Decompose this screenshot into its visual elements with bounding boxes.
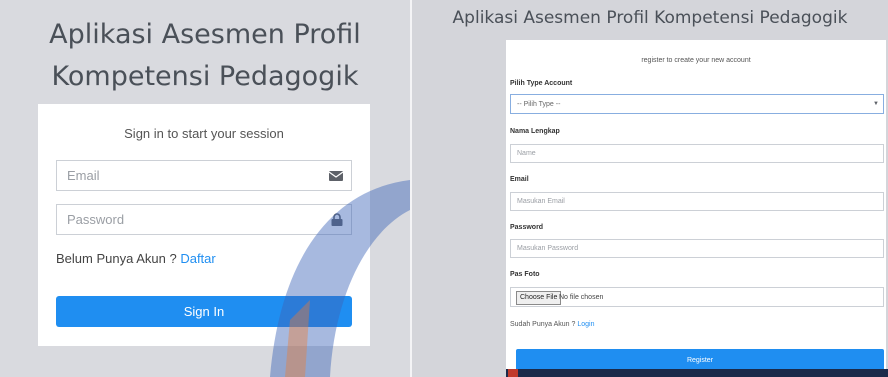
taskbar-app-icon xyxy=(508,369,518,377)
signin-title-line1: Aplikasi Asesmen Profil xyxy=(49,19,361,50)
register-password-field[interactable]: Masukan Password xyxy=(510,239,884,258)
no-file-text: No file chosen xyxy=(559,293,604,301)
signin-title-line2: Kompetensi Pedagogik xyxy=(51,61,359,92)
password-placeholder: Password xyxy=(67,212,125,227)
have-account-text: Sudah Punya Akun ? xyxy=(510,321,576,328)
password-field[interactable]: Password xyxy=(56,204,352,235)
login-link[interactable]: Login xyxy=(577,321,594,328)
name-placeholder: Name xyxy=(517,150,536,157)
no-account-text: Belum Punya Akun ? xyxy=(56,251,177,266)
register-subtitle: register to create your new account xyxy=(641,57,751,64)
type-selected: -- Pilih Type -- xyxy=(517,100,561,108)
envelope-icon xyxy=(329,161,343,190)
email-label: Email xyxy=(510,176,529,183)
choose-file-button[interactable]: Choose File xyxy=(516,291,562,305)
signin-button[interactable]: Sign In xyxy=(56,296,352,327)
register-password-placeholder: Masukan Password xyxy=(517,245,579,252)
signin-subtitle: Sign in to start your session xyxy=(124,126,284,141)
email-placeholder: Email xyxy=(67,168,100,183)
have-account-line: Sudah Punya Akun ? Login xyxy=(510,321,594,328)
signin-panel: Aplikasi Asesmen Profil Kompetensi Pedag… xyxy=(0,0,410,377)
no-account-line: Belum Punya Akun ? Daftar xyxy=(56,251,216,266)
caret-down-icon: ▼ xyxy=(873,101,879,107)
register-link[interactable]: Daftar xyxy=(180,251,215,266)
register-page-title: Aplikasi Asesmen Profil Kompetensi Pedag… xyxy=(452,8,848,28)
name-label: Nama Lengkap xyxy=(510,128,560,135)
register-email-placeholder: Masukan Email xyxy=(517,198,565,205)
register-email-field[interactable]: Masukan Email xyxy=(510,192,884,211)
account-type-select[interactable]: -- Pilih Type -- ▼ xyxy=(510,94,884,114)
signin-card: Sign in to start your session Email Pass… xyxy=(38,104,370,346)
taskbar-strip xyxy=(506,369,888,377)
register-card: register to create your new account Pili… xyxy=(506,40,886,377)
register-button[interactable]: Register xyxy=(516,349,884,371)
photo-label: Pas Foto xyxy=(510,271,540,278)
register-panel: Aplikasi Asesmen Profil Kompetensi Pedag… xyxy=(412,0,888,377)
email-field[interactable]: Email xyxy=(56,160,352,191)
photo-file-input[interactable]: Choose File No file chosen xyxy=(510,287,884,307)
signin-page-title: Aplikasi Asesmen Profil Kompetensi Pedag… xyxy=(0,14,410,98)
type-label: Pilih Type Account xyxy=(510,80,573,87)
password-label: Password xyxy=(510,224,544,231)
lock-icon xyxy=(331,205,343,234)
name-field[interactable]: Name xyxy=(510,144,884,163)
